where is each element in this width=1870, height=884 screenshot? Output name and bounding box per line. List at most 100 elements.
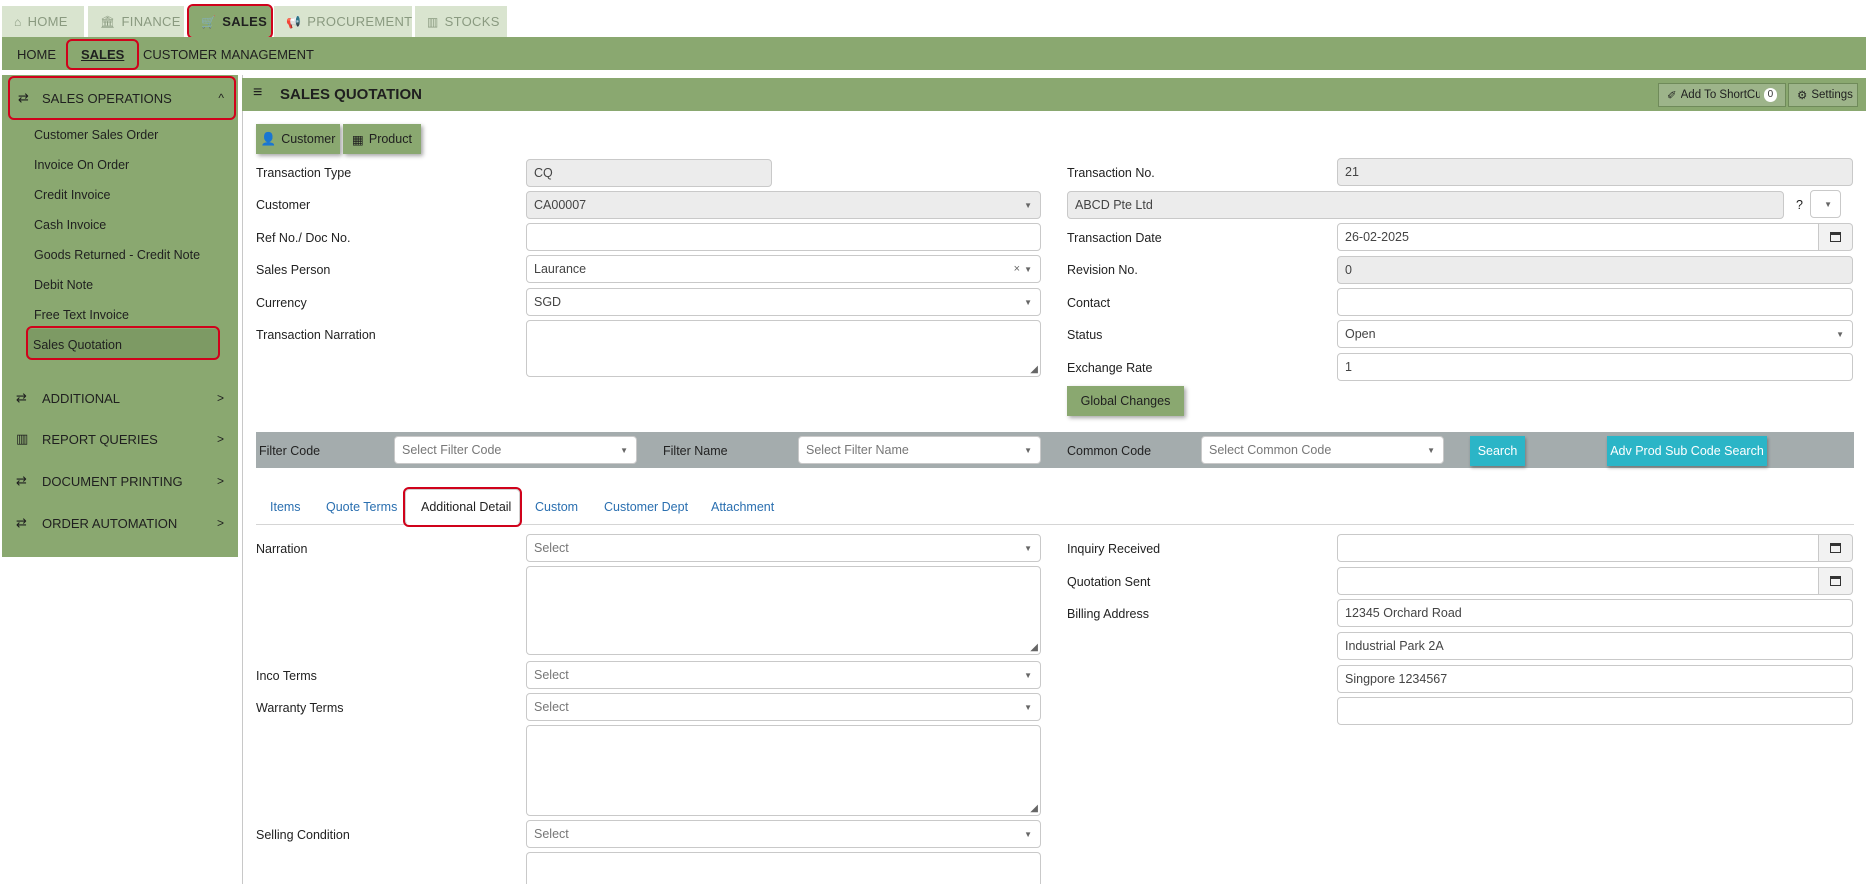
sidebar-group-label: ORDER AUTOMATION <box>42 515 178 531</box>
subnav-sales[interactable]: SALES <box>65 39 140 70</box>
filter-name-label: Filter Name <box>663 444 728 458</box>
add-to-shortcut-button[interactable]: ✐ Add To ShortCut 0 <box>1658 83 1786 107</box>
tab-customer-dept[interactable]: Customer Dept <box>604 500 688 514</box>
customer-options-dropdown[interactable]: ▼ <box>1810 190 1841 218</box>
search-button[interactable]: Search <box>1470 436 1525 466</box>
adv-prod-sub-code-search-button[interactable]: Adv Prod Sub Code Search <box>1607 436 1767 466</box>
customer-name-field[interactable]: ABCD Pte Ltd <box>1067 191 1784 219</box>
revision-no-field[interactable]: 0 <box>1337 256 1853 284</box>
inquiry-received-input[interactable] <box>1337 534 1819 562</box>
customer-code-value: CA00007 <box>534 198 587 212</box>
filter-name-select[interactable]: Select Filter Name ▼ <box>798 436 1041 464</box>
contact-input[interactable] <box>1337 288 1853 316</box>
currency-select[interactable]: SGD ▼ <box>526 288 1041 316</box>
sidebar-group-label: REPORT QUERIES <box>42 431 158 447</box>
transaction-narration-textarea[interactable]: ◢ <box>526 320 1041 377</box>
status-select[interactable]: Open ▼ <box>1337 320 1853 348</box>
sidebar-group-additional[interactable]: ⇄ ADDITIONAL > <box>2 378 234 418</box>
global-changes-button[interactable]: Global Changes <box>1067 386 1184 416</box>
module-tab-sales[interactable]: 🛒 SALES <box>187 4 273 39</box>
transaction-date-input[interactable]: 26-02-2025 <box>1337 223 1819 251</box>
sidebar-item-customer-sales-order[interactable]: Customer Sales Order <box>34 128 158 142</box>
module-tab-home[interactable]: ⌂ HOME <box>2 6 84 37</box>
narration-textarea[interactable]: ◢ <box>526 566 1041 655</box>
tab-items[interactable]: Items <box>270 500 301 514</box>
customer-button[interactable]: 👤 Customer <box>256 124 340 154</box>
transaction-type-value: CQ <box>534 166 553 180</box>
sidebar-group-report-queries[interactable]: ▥ REPORT QUERIES > <box>2 419 234 459</box>
filter-name-placeholder: Select Filter Name <box>806 443 909 457</box>
sidebar-group-order-automation[interactable]: ⇄ ORDER AUTOMATION > <box>2 503 234 543</box>
billing-address-line-4[interactable] <box>1337 697 1853 725</box>
dropdown-caret-icon: ▼ <box>1024 543 1032 553</box>
inco-terms-select[interactable]: Select ▼ <box>526 661 1041 689</box>
transaction-type-field[interactable]: CQ <box>526 159 772 187</box>
product-button[interactable]: ▦ Product <box>343 124 421 154</box>
tab-additional-detail[interactable]: Additional Detail <box>421 500 511 514</box>
inquiry-received-calendar-button[interactable] <box>1819 534 1853 562</box>
ref-no-label: Ref No./ Doc No. <box>256 231 351 245</box>
sales-person-label: Sales Person <box>256 263 331 277</box>
warranty-terms-select[interactable]: Select ▼ <box>526 693 1041 721</box>
sidebar-item-sales-quotation[interactable]: Sales Quotation <box>26 326 220 360</box>
adv-search-button-label: Adv Prod Sub Code Search <box>1610 444 1764 458</box>
help-icon[interactable]: ? <box>1796 198 1803 212</box>
sidebar-group-document-printing[interactable]: ⇄ DOCUMENT PRINTING > <box>2 461 234 501</box>
transaction-no-field[interactable]: 21 <box>1337 158 1853 186</box>
settings-button[interactable]: ⚙ Settings <box>1788 83 1858 107</box>
billing-address-line-3[interactable]: Singpore 1234567 <box>1337 665 1853 693</box>
billing-line-value: Singpore 1234567 <box>1345 672 1448 686</box>
tab-quote-terms[interactable]: Quote Terms <box>326 500 397 514</box>
ref-no-input[interactable] <box>526 223 1041 251</box>
sidebar-section-sales-operations[interactable]: ⇄ SALES OPERATIONS ^ <box>8 76 236 120</box>
resize-grip-icon: ◢ <box>1030 364 1038 375</box>
billing-address-line-2[interactable]: Industrial Park 2A <box>1337 632 1853 660</box>
clear-icon[interactable]: × <box>1014 263 1020 275</box>
tab-custom[interactable]: Custom <box>535 500 578 514</box>
sidebar-item-debit-note[interactable]: Debit Note <box>34 278 93 292</box>
inco-terms-label: Inco Terms <box>256 669 317 683</box>
exchange-rate-input[interactable]: 1 <box>1337 353 1853 381</box>
selling-condition-select[interactable]: Select ▼ <box>526 820 1041 848</box>
dropdown-caret-icon: ▼ <box>1024 829 1032 839</box>
sidebar-item-credit-invoice[interactable]: Credit Invoice <box>34 188 110 202</box>
narration-select[interactable]: Select ▼ <box>526 534 1041 562</box>
dropdown-caret-icon: ▼ <box>1024 297 1032 307</box>
narration-label: Narration <box>256 542 308 556</box>
module-tab-procurement[interactable]: 📢 PROCUREMENT <box>274 6 412 37</box>
narration-placeholder: Select <box>534 541 569 555</box>
chevron-right-icon: > <box>216 432 224 446</box>
exchange-rate-label: Exchange Rate <box>1067 361 1153 375</box>
selling-condition-placeholder: Select <box>534 827 569 841</box>
subnav-home[interactable]: HOME <box>17 47 56 62</box>
bar-chart-icon: ▥ <box>16 431 29 446</box>
filter-code-select[interactable]: Select Filter Code ▼ <box>394 436 637 464</box>
transaction-date-calendar-button[interactable] <box>1819 223 1853 251</box>
quotation-sent-input[interactable] <box>1337 567 1819 595</box>
transaction-date-label: Transaction Date <box>1067 231 1162 245</box>
billing-line-value: Industrial Park 2A <box>1345 639 1444 653</box>
dropdown-caret-icon: ▼ <box>1836 329 1844 339</box>
sales-person-select[interactable]: Laurance × ▼ <box>526 255 1041 283</box>
module-tab-stocks[interactable]: ▥ STOCKS <box>415 6 507 37</box>
billing-address-line-1[interactable]: 12345 Orchard Road <box>1337 599 1853 627</box>
contact-label: Contact <box>1067 296 1111 310</box>
customer-name-value: ABCD Pte Ltd <box>1075 198 1153 212</box>
tab-attachment[interactable]: Attachment <box>711 500 774 514</box>
sidebar-item-free-text-invoice[interactable]: Free Text Invoice <box>34 308 129 322</box>
module-tab-finance[interactable]: 🏛 FINANCE <box>88 6 184 37</box>
customer-select[interactable]: CA00007 ▼ <box>526 191 1041 219</box>
menu-icon[interactable]: ≡ <box>253 84 262 102</box>
common-code-select[interactable]: Select Common Code ▼ <box>1201 436 1444 464</box>
customer-button-label: Customer <box>281 132 336 146</box>
sidebar-item-goods-returned[interactable]: Goods Returned - Credit Note <box>34 248 200 262</box>
sidebar-item-cash-invoice[interactable]: Cash Invoice <box>34 218 106 232</box>
quotation-sent-calendar-button[interactable] <box>1819 567 1853 595</box>
warranty-terms-textarea[interactable]: ◢ <box>526 725 1041 816</box>
grid-icon: ▦ <box>352 132 364 147</box>
sidebar-item-invoice-on-order[interactable]: Invoice On Order <box>34 158 129 172</box>
subnav-customer-management[interactable]: CUSTOMER MANAGEMENT <box>143 47 314 62</box>
page-title: SALES QUOTATION <box>280 86 422 103</box>
calendar-icon <box>1830 543 1841 553</box>
selling-condition-textarea[interactable] <box>526 852 1041 884</box>
